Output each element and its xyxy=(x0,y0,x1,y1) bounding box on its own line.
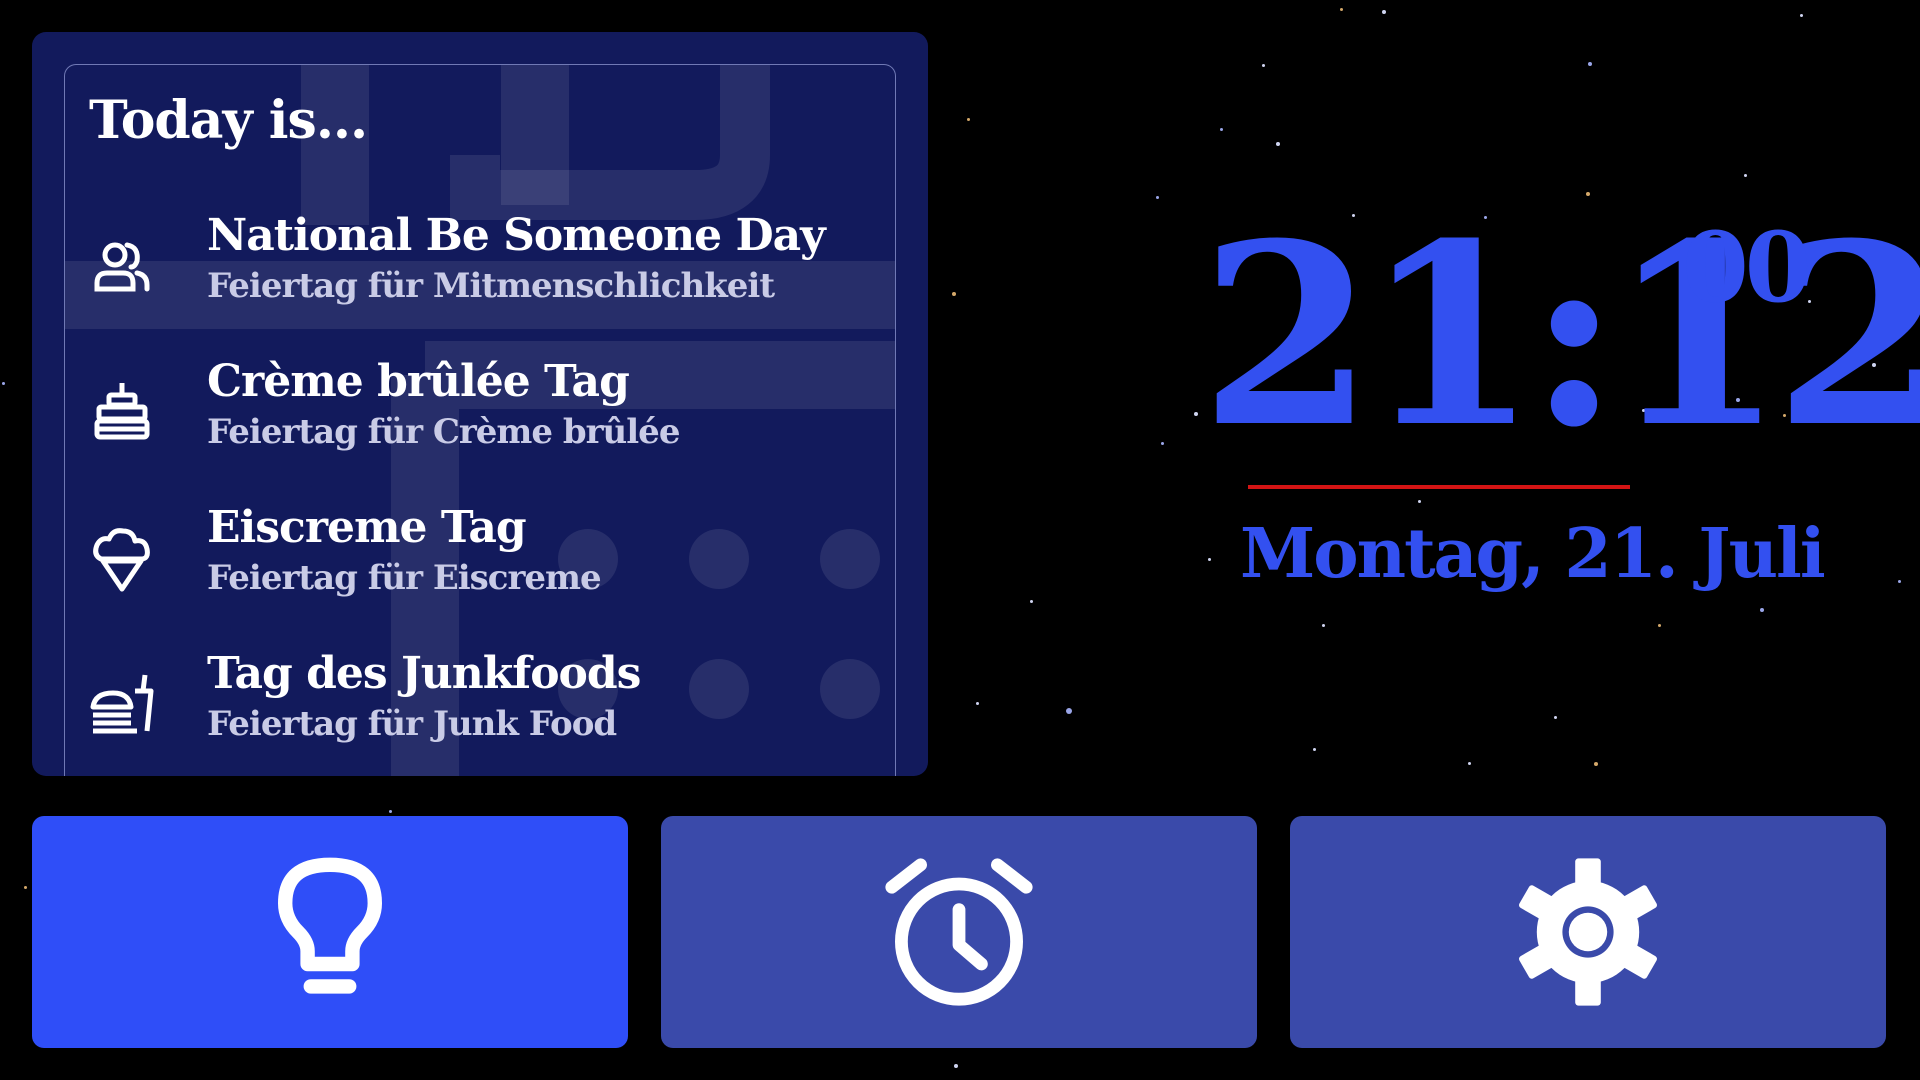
holiday-name: Tag des Junkfoods xyxy=(207,648,641,699)
star xyxy=(976,702,979,705)
clock-divider xyxy=(1248,485,1630,489)
alarm-clock-icon xyxy=(885,858,1033,1006)
holiday-item: Eiscreme Tag Feiertag für Eiscreme xyxy=(65,502,895,623)
star xyxy=(1594,762,1598,766)
lightbulb-icon xyxy=(278,857,382,994)
holiday-subtitle: Feiertag für Junk Food xyxy=(207,704,617,744)
holiday-item: Tag des Junkfoods Feiertag für Junk Food xyxy=(65,648,895,769)
alarm-button[interactable] xyxy=(661,816,1257,1048)
star xyxy=(1588,62,1592,66)
star xyxy=(1468,762,1471,765)
star xyxy=(1262,64,1265,67)
star xyxy=(1554,716,1557,719)
clock-date: Montag, 21. Juli xyxy=(1240,514,1826,594)
holiday-item: Crème brûlée Tag Feiertag für Crème brûl… xyxy=(65,356,895,477)
today-title: Today is... xyxy=(89,90,368,151)
clock-time: 21:12 xyxy=(1200,188,1920,482)
star xyxy=(952,292,956,296)
star xyxy=(1194,412,1198,416)
star xyxy=(1066,708,1072,714)
cake-icon xyxy=(94,383,150,440)
clock-widget: 21:12 00 Montag, 21. Juli xyxy=(1200,210,1920,630)
ice-cream-icon xyxy=(93,528,150,592)
clock-seconds: 00 xyxy=(1682,211,1812,324)
holiday-subtitle: Feiertag für Eiscreme xyxy=(207,558,602,598)
today-panel: Today is... National Be Someone Day Feie… xyxy=(64,64,896,776)
star xyxy=(1220,128,1223,131)
star xyxy=(389,810,392,813)
holiday-subtitle: Feiertag für Crème brûlée xyxy=(207,412,680,452)
star xyxy=(954,1064,958,1068)
fast-food-icon xyxy=(90,674,154,734)
holiday-name: Eiscreme Tag xyxy=(207,502,527,553)
star xyxy=(1898,580,1901,583)
star xyxy=(1161,442,1164,445)
people-icon xyxy=(94,242,150,292)
star xyxy=(1800,14,1803,17)
star xyxy=(1276,142,1280,146)
star xyxy=(2,382,5,385)
star xyxy=(967,118,970,121)
star xyxy=(24,886,27,889)
star xyxy=(1744,174,1747,177)
holiday-item: National Be Someone Day Feiertag für Mit… xyxy=(65,210,895,331)
star xyxy=(1030,600,1033,603)
today-card: Today is... National Be Someone Day Feie… xyxy=(32,32,928,776)
gear-icon xyxy=(1519,858,1657,1006)
star xyxy=(1340,8,1343,11)
star xyxy=(1313,748,1316,751)
star xyxy=(1156,196,1159,199)
star xyxy=(1382,10,1386,14)
holiday-name: Crème brûlée Tag xyxy=(207,356,630,407)
holiday-name: National Be Someone Day xyxy=(207,210,826,261)
holiday-subtitle: Feiertag für Mitmenschlichkeit xyxy=(207,266,775,306)
light-button[interactable] xyxy=(32,816,628,1048)
settings-button[interactable] xyxy=(1290,816,1886,1048)
